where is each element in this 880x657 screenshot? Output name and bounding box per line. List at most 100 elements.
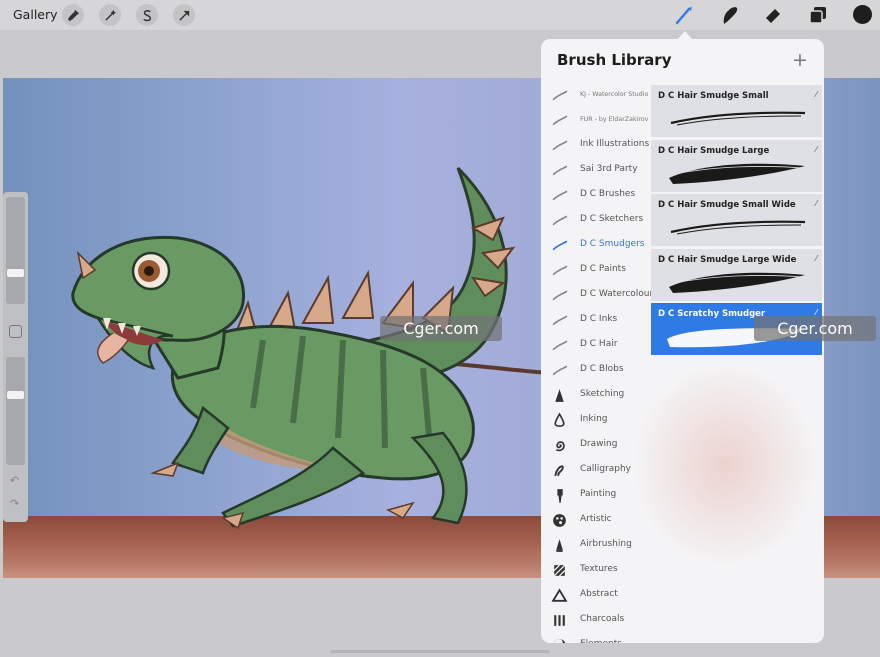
brush-set-item[interactable]: Ink Illustrations — [541, 133, 649, 158]
brush-set-label: Abstract — [580, 589, 618, 599]
brush-mark-icon: ⁄ — [815, 253, 817, 263]
brush-set-item[interactable]: FUR - by EldarZakirov — [541, 108, 649, 133]
undo-icon[interactable]: ↶ — [10, 474, 19, 487]
modify-button[interactable] — [9, 325, 22, 338]
stroke-icon — [551, 162, 568, 179]
brush-set-item[interactable]: D C Paints — [541, 258, 649, 283]
brush-set-label: Charcoals — [580, 614, 625, 624]
brush-item[interactable]: D C Hair Smudge Large ⁄ — [651, 139, 822, 192]
charcoal-icon — [551, 612, 568, 629]
brush-set-item[interactable]: D C Inks — [541, 308, 649, 333]
color-picker-button[interactable] — [853, 5, 872, 24]
triangle-icon — [551, 587, 568, 604]
brush-set-label: D C Hair — [580, 339, 618, 349]
brush-set-label: KJ - Watercolor Studio — [580, 91, 649, 98]
ink-drop-icon — [551, 412, 568, 429]
brush-set-label: Inking — [580, 414, 608, 424]
brush-set-label: Ink Illustrations — [580, 139, 650, 149]
brush-set-label: D C Blobs — [580, 364, 624, 374]
pencil-tip-icon — [551, 387, 568, 404]
stroke-icon — [551, 362, 568, 379]
brush-set-label: D C Smudgers — [580, 239, 645, 249]
brush-size-slider[interactable] — [6, 197, 25, 304]
brush-set-label: Textures — [580, 564, 618, 574]
magic-wand-icon[interactable] — [99, 4, 121, 26]
brush-set-item[interactable]: KJ - Watercolor Studio — [541, 83, 649, 108]
stroke-icon — [551, 137, 568, 154]
yin-yang-icon — [551, 637, 568, 643]
home-indicator — [330, 650, 550, 653]
brush-set-label: FUR - by EldarZakirov — [580, 116, 649, 123]
airbrush-icon — [551, 537, 568, 554]
brush-set-label: Sketching — [580, 389, 625, 399]
brush-set-item[interactable]: D C Brushes — [541, 183, 649, 208]
gallery-button[interactable]: Gallery — [13, 7, 58, 22]
brush-set-item[interactable]: Charcoals — [541, 608, 649, 633]
watermark-right: Cger.com — [754, 316, 876, 341]
top-toolbar: Gallery — [0, 0, 880, 30]
brush-set-item[interactable]: D C Watercolour — [541, 283, 653, 308]
brush-set-label: Airbrushing — [580, 539, 632, 549]
brush-name: D C Scratchy Smudger — [658, 309, 766, 319]
brush-set-item[interactable]: Elements — [541, 633, 649, 643]
canvas-wash — [630, 360, 820, 570]
brush-stroke-preview — [665, 103, 810, 133]
brush-mark-icon: ⁄ — [815, 90, 817, 99]
brush-set-label: Elements — [580, 639, 622, 643]
opacity-slider[interactable] — [6, 357, 25, 465]
layers-icon[interactable] — [807, 4, 829, 26]
brush-item[interactable]: D C Hair Smudge Large Wide ⁄ — [651, 248, 822, 301]
brush-mark-icon: ⁄ — [815, 144, 817, 154]
calligraphy-icon — [551, 462, 568, 479]
stroke-icon — [551, 262, 568, 279]
smudge-icon[interactable] — [718, 4, 740, 26]
brush-set-label: D C Brushes — [580, 189, 636, 199]
wrench-icon[interactable] — [62, 4, 84, 26]
stroke-icon — [551, 212, 568, 229]
brush-set-label: Drawing — [580, 439, 618, 449]
stroke-icon — [551, 237, 568, 254]
brush-set-label: D C Sketchers — [580, 214, 644, 224]
brush-set-label: D C Paints — [580, 264, 626, 274]
texture-icon — [551, 562, 568, 579]
brush-set-label: Sai 3rd Party — [580, 164, 638, 174]
eraser-icon[interactable] — [762, 4, 784, 26]
stroke-icon — [551, 112, 568, 129]
brush-name: D C Hair Smudge Large — [658, 145, 770, 156]
brush-stroke-preview — [665, 267, 810, 297]
redo-icon[interactable]: ↷ — [10, 497, 19, 510]
brush-size-thumb[interactable] — [7, 269, 24, 277]
brush-set-label: Calligraphy — [580, 464, 631, 474]
brush-stroke-preview — [665, 212, 810, 242]
selection-s-icon[interactable] — [136, 4, 158, 26]
brush-set-label: Painting — [580, 489, 617, 499]
brush-stroke-preview — [665, 158, 810, 188]
brush-name: D C Hair Smudge Small Wide — [658, 200, 796, 210]
stroke-icon — [551, 187, 568, 204]
spiral-icon — [551, 437, 568, 454]
brush-set-item[interactable]: Sai 3rd Party — [541, 158, 649, 183]
brush-set-item[interactable]: D C Smudgers — [541, 233, 649, 258]
brush-set-label: D C Watercolour — [580, 289, 654, 299]
stroke-icon — [551, 287, 568, 304]
brush-mark-icon: ⁄ — [815, 199, 817, 208]
paintbrush-icon — [551, 487, 568, 504]
brush-item[interactable]: D C Hair Smudge Small ⁄ — [651, 85, 822, 137]
brush-name: D C Hair Smudge Small — [658, 91, 769, 101]
brush-item[interactable]: D C Hair Smudge Small Wide ⁄ — [651, 194, 822, 246]
opacity-thumb[interactable] — [7, 391, 24, 399]
palette-icon — [551, 512, 568, 529]
brush-name: D C Hair Smudge Large Wide — [658, 254, 797, 265]
panel-title: Brush Library — [557, 51, 672, 69]
left-sidebar: ↶ ↷ — [3, 192, 28, 522]
brush-icon[interactable] — [673, 4, 695, 26]
stroke-icon — [551, 312, 568, 329]
add-brush-set-button[interactable]: + — [792, 51, 808, 70]
brush-set-item[interactable]: D C Sketchers — [541, 208, 649, 233]
watermark-left: Cger.com — [380, 316, 502, 341]
brush-set-item[interactable]: D C Hair — [541, 333, 649, 358]
stroke-icon — [551, 87, 568, 104]
transform-arrow-icon[interactable] — [173, 4, 195, 26]
stroke-icon — [551, 337, 568, 354]
brush-set-item[interactable]: Abstract — [541, 583, 649, 608]
